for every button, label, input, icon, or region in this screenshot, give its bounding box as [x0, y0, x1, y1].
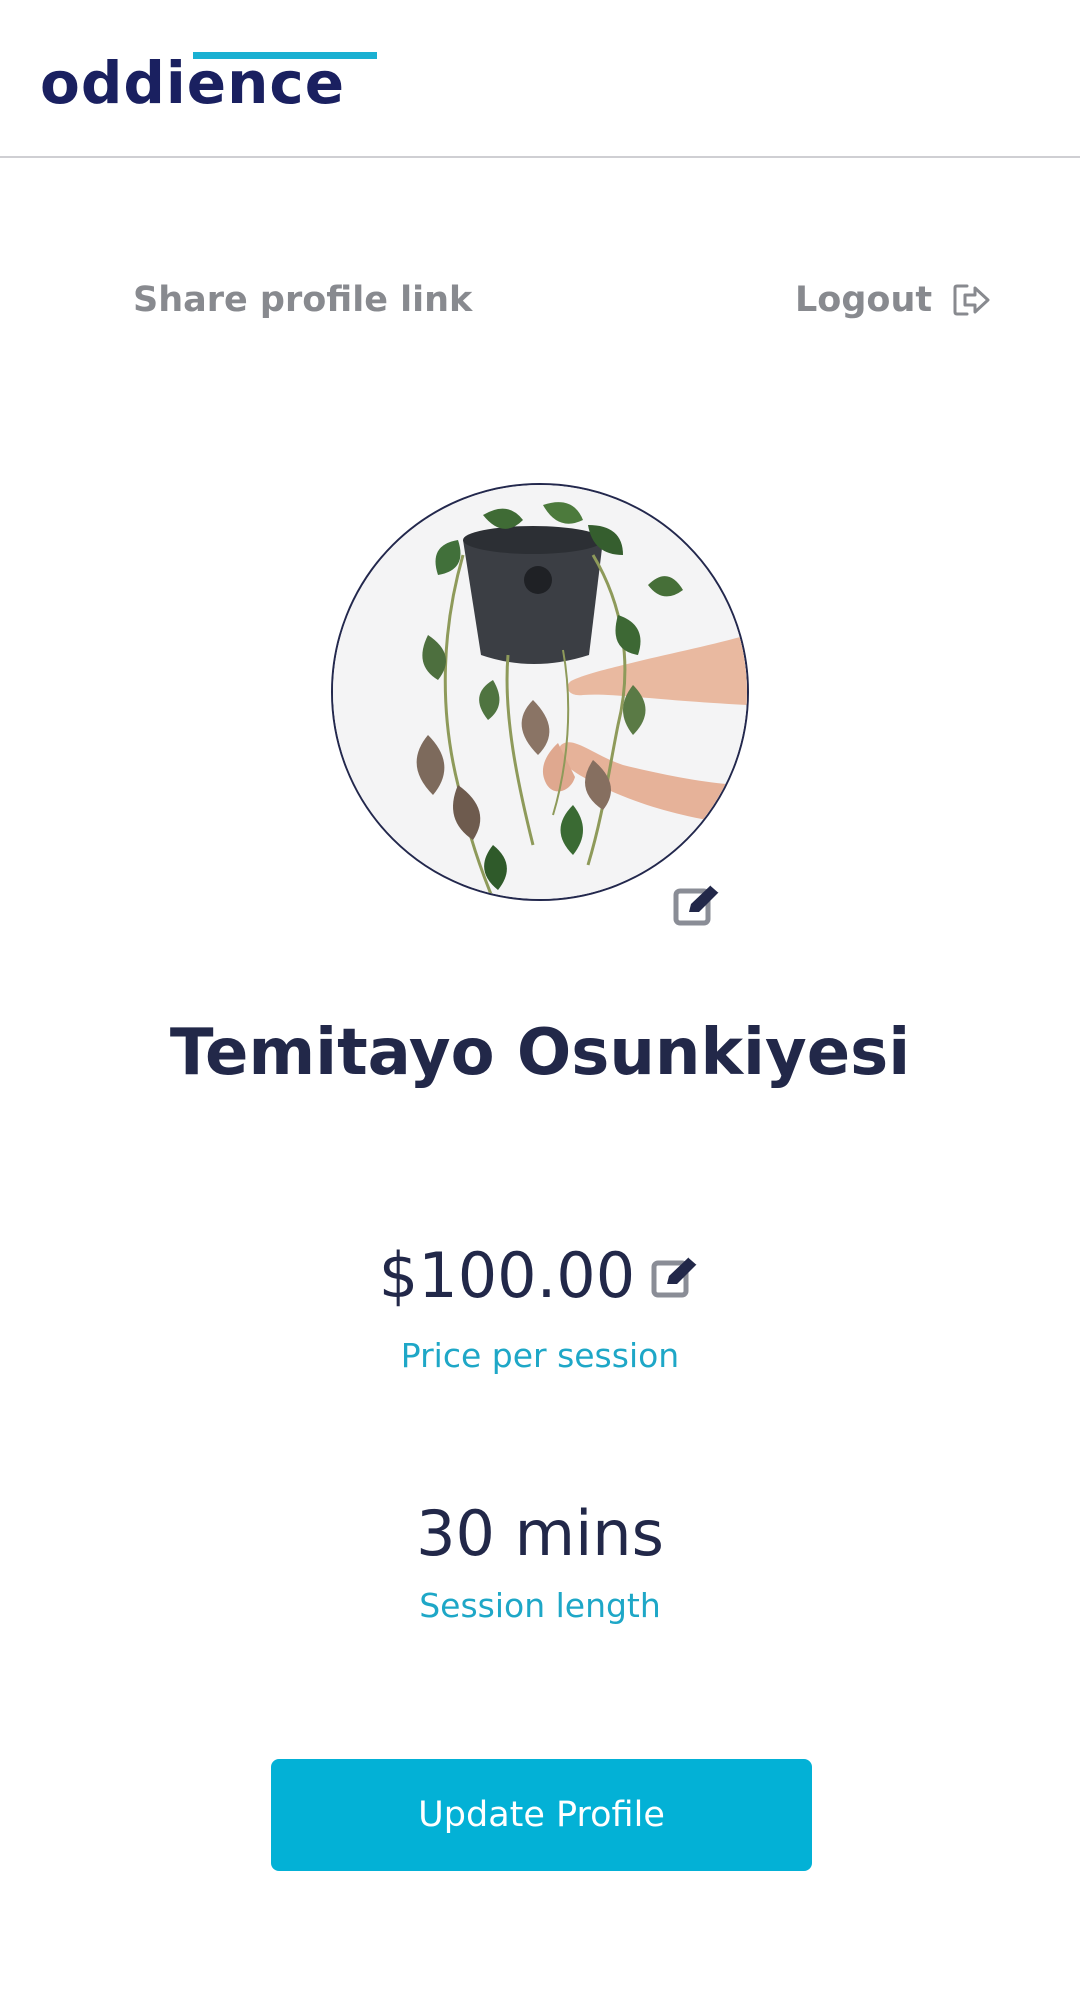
logout-label: Logout — [795, 280, 933, 320]
logout-button[interactable]: Logout — [795, 276, 992, 324]
session-length-caption: Session length — [419, 1586, 661, 1625]
logout-icon — [953, 284, 990, 316]
edit-price-icon[interactable] — [651, 1254, 701, 1298]
price-caption: Price per session — [400, 1336, 680, 1375]
plant-photo — [333, 485, 747, 899]
price-value: $100.00 — [378, 1239, 636, 1312]
edit-photo-icon[interactable] — [673, 882, 723, 926]
profile-photo — [331, 483, 749, 901]
app-header: oddience — [0, 0, 1080, 158]
profile-name: Temitayo Osunkiyesi — [169, 1016, 911, 1090]
share-profile-link[interactable]: Share profile link — [133, 276, 472, 324]
oddience-logo[interactable]: oddience — [40, 48, 377, 118]
session-length-value: 30 mins — [416, 1497, 664, 1570]
logo-accent-bar — [193, 52, 377, 59]
price-row: $100.00 — [0, 1236, 1080, 1316]
update-profile-button[interactable]: Update Profile — [271, 1759, 812, 1871]
